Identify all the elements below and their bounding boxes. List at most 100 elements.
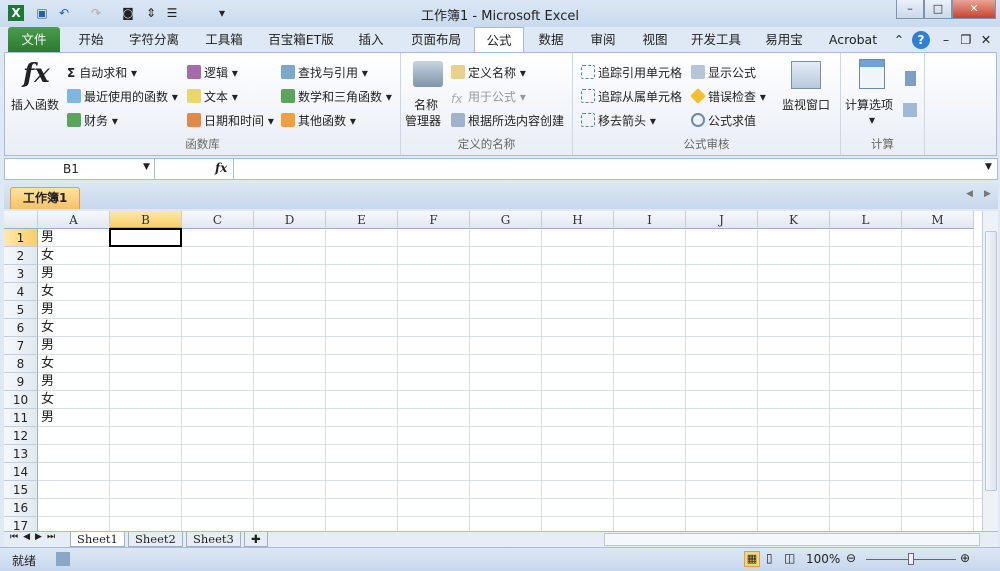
cell-A10[interactable]: 女 (41, 391, 54, 409)
tab-home[interactable]: 开始 (66, 27, 116, 52)
logical-button[interactable]: 逻辑 ▾ (187, 64, 238, 81)
tab-review[interactable]: 审阅 (582, 27, 624, 52)
cell-A6[interactable]: 女 (41, 319, 54, 337)
tab-file[interactable]: 文件 (8, 27, 60, 52)
row-header-7[interactable]: 7 (4, 337, 38, 355)
sheet-tab-Sheet1[interactable]: Sheet1 (70, 532, 125, 547)
row-header-4[interactable]: 4 (4, 283, 38, 301)
expand-formula-bar-icon[interactable]: ▼ (985, 162, 992, 172)
column-header-G[interactable]: G (470, 211, 542, 229)
cell-A2[interactable]: 女 (41, 247, 54, 265)
select-all-corner[interactable] (4, 211, 38, 229)
row-header-9[interactable]: 9 (4, 373, 38, 391)
cell-A3[interactable]: 男 (41, 265, 54, 283)
text-button[interactable]: 文本 ▾ (187, 88, 238, 105)
page-break-view-icon[interactable]: ◫ (784, 551, 795, 565)
row-header-14[interactable]: 14 (4, 463, 38, 481)
row-header-16[interactable]: 16 (4, 499, 38, 517)
tab-data[interactable]: 数据 (530, 27, 572, 52)
selected-cell-B1[interactable] (109, 228, 182, 247)
tab-char-split[interactable]: 字符分离 (122, 27, 186, 52)
tab-baibaoxiang[interactable]: 百宝箱ET版 (262, 27, 340, 52)
zoom-slider-thumb[interactable] (908, 553, 914, 565)
spreadsheet-grid[interactable]: A B C D E F G H I J K L M 1 2 3 4 5 6 7 8 9 10 11 12 13 14 15 16 17 男女… (4, 211, 982, 531)
watch-window-button[interactable]: 监视窗口 (782, 96, 830, 113)
row-header-15[interactable]: 15 (4, 481, 38, 499)
tab-developer[interactable]: 开发工具 (686, 27, 746, 52)
column-header-A[interactable]: A (38, 211, 110, 229)
cell-A1[interactable]: 男 (41, 229, 54, 247)
evaluate-formula-button[interactable]: 公式求值 (691, 112, 756, 129)
cell-A4[interactable]: 女 (41, 283, 54, 301)
row-header-13[interactable]: 13 (4, 445, 38, 463)
macro-record-icon[interactable] (56, 552, 70, 566)
cell-A7[interactable]: 男 (41, 337, 54, 355)
close-button[interactable]: ✕ (952, 0, 996, 19)
more-functions-button[interactable]: 其他函数 ▾ (281, 112, 356, 129)
lookup-reference-button[interactable]: 查找与引用 ▾ (281, 64, 368, 81)
insert-function-icon[interactable]: fx (215, 161, 227, 175)
maximize-button[interactable]: □ (924, 0, 952, 19)
financial-button[interactable]: 财务 ▾ (67, 112, 118, 129)
tab-yiyongbao[interactable]: 易用宝 (758, 27, 810, 52)
trace-dependents-button[interactable]: 追踪从属单元格 (581, 88, 682, 105)
calculator-icon[interactable] (859, 59, 885, 89)
page-layout-view-icon[interactable]: ▯ (766, 551, 773, 565)
tab-page-layout[interactable]: 页面布局 (404, 27, 468, 52)
row-header-6[interactable]: 6 (4, 319, 38, 337)
recent-functions-button[interactable]: 最近使用的函数 ▾ (67, 88, 178, 105)
scroll-thumb[interactable] (985, 231, 997, 491)
formula-input[interactable] (233, 159, 985, 179)
tab-view[interactable]: 视图 (634, 27, 676, 52)
name-manager-label-2[interactable]: 管理器 (405, 112, 441, 129)
row-header-1[interactable]: 1 (4, 229, 38, 247)
name-box-dropdown-icon[interactable]: ▼ (143, 162, 150, 172)
calculate-now-icon[interactable] (905, 71, 916, 86)
create-from-selection-button[interactable]: 根据所选内容创建 (451, 112, 564, 129)
calculate-sheet-icon[interactable] (903, 103, 917, 117)
workbook-tab[interactable]: 工作簿1 (10, 187, 81, 209)
minimize-button[interactable]: – (896, 0, 924, 19)
row-header-2[interactable]: 2 (4, 247, 38, 265)
trace-precedents-button[interactable]: 追踪引用单元格 (581, 64, 682, 81)
date-time-button[interactable]: 日期和时间 ▾ (187, 112, 274, 129)
calculation-options-button[interactable]: 计算选项 (845, 96, 893, 113)
column-header-I[interactable]: I (614, 211, 686, 229)
error-checking-button[interactable]: 错误检查 ▾ (690, 88, 766, 105)
vertical-scrollbar[interactable] (982, 211, 998, 531)
cell-A5[interactable]: 男 (41, 301, 54, 319)
name-box[interactable]: B1 (5, 159, 155, 179)
wb-close-icon[interactable]: ✕ (978, 27, 994, 52)
dropdown-arrow-icon[interactable]: ▾ (869, 113, 875, 127)
row-header-8[interactable]: 8 (4, 355, 38, 373)
column-header-H[interactable]: H (542, 211, 614, 229)
insert-sheet-icon[interactable]: ✚ (244, 532, 268, 547)
scroll-left-icon[interactable]: ◀ (966, 189, 973, 199)
row-header-12[interactable]: 12 (4, 427, 38, 445)
use-in-formula-button[interactable]: fx 用于公式 ▾ (451, 88, 526, 106)
column-header-E[interactable]: E (326, 211, 398, 229)
define-name-button[interactable]: 定义名称 ▾ (451, 64, 526, 81)
tab-acrobat[interactable]: Acrobat (824, 27, 882, 52)
name-manager-icon[interactable] (413, 61, 443, 87)
normal-view-icon[interactable]: ▦ (744, 551, 760, 567)
math-trig-button[interactable]: 数学和三角函数 ▾ (281, 88, 392, 105)
row-header-3[interactable]: 3 (4, 265, 38, 283)
zoom-level[interactable]: 100% (806, 552, 840, 566)
cell-A11[interactable]: 男 (41, 409, 54, 427)
insert-function-button[interactable]: 插入函数 (11, 96, 59, 113)
show-formulas-button[interactable]: 显示公式 (691, 64, 756, 81)
tab-formulas[interactable]: 公式 (474, 27, 524, 53)
column-header-B[interactable]: B (110, 211, 182, 229)
cell-A8[interactable]: 女 (41, 355, 54, 373)
zoom-out-icon[interactable]: ⊖ (846, 551, 856, 565)
sheet-tab-Sheet2[interactable]: Sheet2 (128, 532, 183, 547)
row-header-11[interactable]: 11 (4, 409, 38, 427)
watch-window-icon[interactable] (791, 61, 821, 89)
help-icon[interactable]: ? (912, 31, 930, 49)
column-header-F[interactable]: F (398, 211, 470, 229)
insert-function-icon[interactable]: fx (23, 59, 50, 89)
tab-insert[interactable]: 插入 (350, 27, 392, 52)
wb-minimize-icon[interactable]: – (938, 27, 954, 52)
horizontal-scrollbar[interactable] (604, 533, 980, 546)
